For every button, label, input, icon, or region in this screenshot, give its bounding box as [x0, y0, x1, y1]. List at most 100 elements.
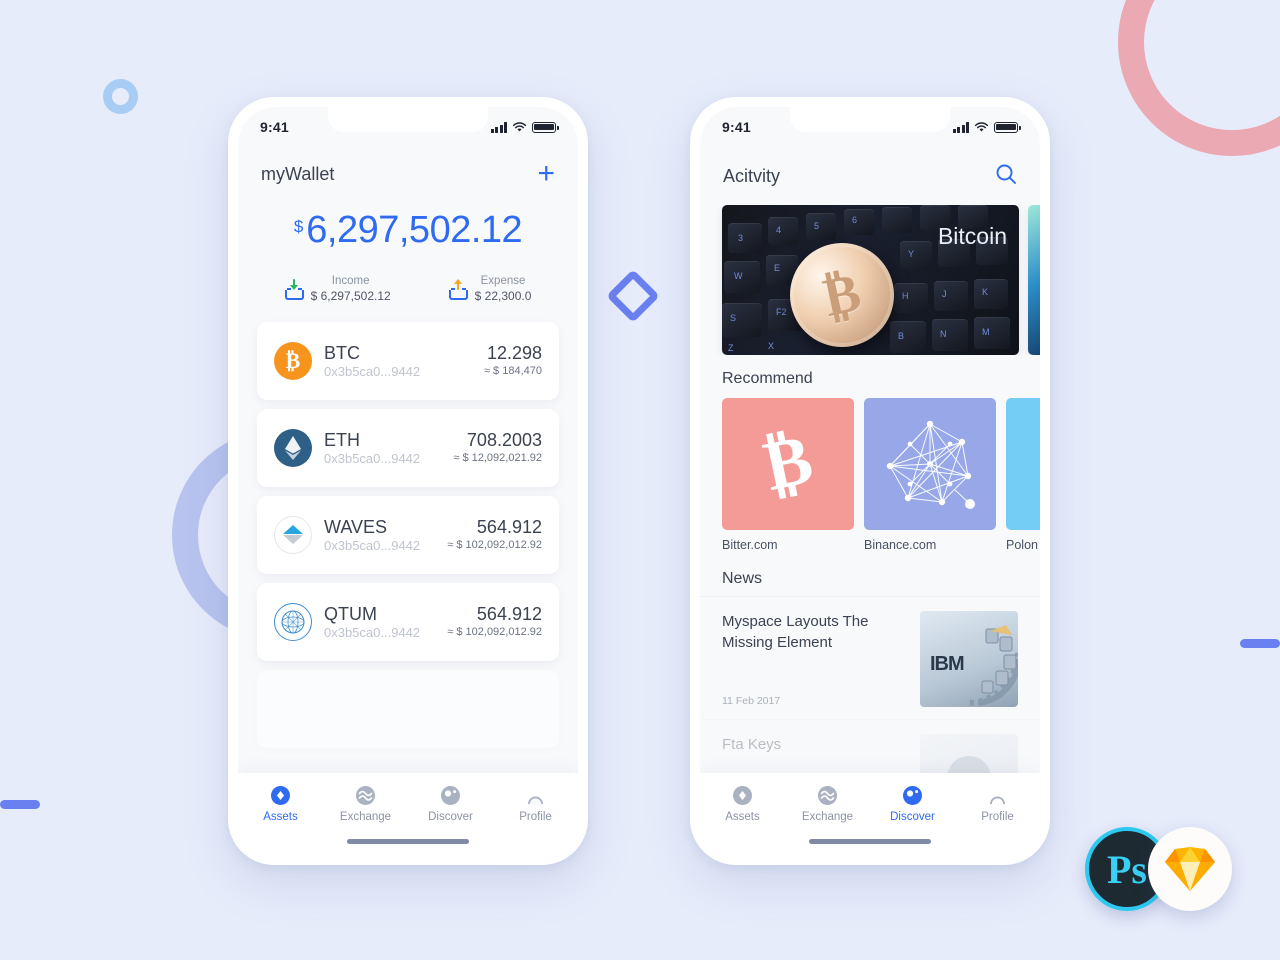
expense-value: $ 22,300.0 — [474, 289, 532, 303]
partial-glyph-tile[interactable] — [1006, 398, 1040, 530]
sketch-badge — [1148, 827, 1232, 911]
status-clock: 9:41 — [722, 119, 751, 135]
income-summary: Income $ 6,297,502.12 — [284, 274, 391, 304]
news-title: News — [722, 570, 763, 587]
tab-label: Exchange — [801, 811, 854, 823]
search-icon[interactable] — [995, 163, 1017, 190]
asset-fiat: ≈ $ 12,092,021.92 — [453, 452, 542, 464]
ethereum-icon — [274, 429, 312, 467]
banner-secondary[interactable] — [1028, 205, 1040, 355]
tab-label: Profile — [981, 811, 1014, 823]
asset-list: ₿ BTC 0x3b5ca0...9442 12.298 ≈ $ 184,470 — [238, 322, 578, 748]
recommend-row[interactable]: ₿ Bitter.com Binance.com Polon — [700, 388, 1040, 552]
wifi-icon — [974, 121, 989, 131]
phone-mockup-activity: 9:41 Acitvity 3 4 5 6 W E Y S F2 H J K B… — [690, 97, 1050, 865]
bitcoin-icon: ₿ — [274, 342, 312, 380]
recommend-label: Binance.com — [864, 538, 937, 552]
home-indicator[interactable] — [347, 839, 469, 844]
asset-amount: 564.912 — [476, 517, 542, 537]
asset-amount: 564.912 — [476, 604, 542, 624]
list-item[interactable]: Binance.com — [864, 398, 996, 552]
photoshop-label: Ps — [1107, 846, 1147, 892]
tab-label: Discover — [428, 811, 473, 823]
tab-exchange[interactable]: Exchange — [323, 785, 408, 823]
network-glyph-tile[interactable] — [864, 398, 996, 530]
page-title: myWallet — [261, 163, 335, 184]
asset-symbol: BTC — [324, 342, 360, 363]
income-label: Income — [331, 275, 370, 287]
news-headline: Myspace Layouts The Missing Element — [722, 613, 869, 651]
battery-icon — [532, 121, 559, 133]
expense-icon — [448, 278, 468, 300]
asset-address: 0x3b5ca0...9442 — [324, 450, 421, 466]
balance-currency: $ — [293, 217, 304, 236]
screen-activity: 9:41 Acitvity 3 4 5 6 W E Y S F2 H J K B… — [700, 107, 1040, 855]
balance-amount-group: $ 6,297,502.12 — [282, 207, 534, 261]
phone-mockup-wallet: 9:41 myWallet + $ 6,297,502.12 Income $ … — [228, 97, 588, 865]
ring-blue-small-decoration — [103, 79, 138, 114]
table-row[interactable]: ETH 0x3b5ca0...9442 708.2003 ≈ $ 12,092,… — [257, 409, 559, 487]
bottom-navigation: Assets Exchange Discover Profile — [238, 773, 578, 855]
tab-label: Discover — [890, 811, 935, 823]
table-row[interactable]: WAVES 0x3b5ca0...9442 564.912 ≈ $ 102,09… — [257, 496, 559, 574]
bitcoin-glyph-tile[interactable]: ₿ — [722, 398, 854, 530]
tab-profile[interactable]: Profile — [493, 785, 578, 823]
tab-discover[interactable]: Discover — [408, 785, 493, 823]
news-date: 11 Feb 2017 — [722, 695, 781, 707]
list-item[interactable]: Myspace Layouts The Missing Element 11 F… — [700, 596, 1040, 719]
income-icon — [284, 278, 304, 300]
exchange-icon — [817, 785, 838, 806]
asset-address: 0x3b5ca0...9442 — [324, 624, 421, 640]
tab-assets[interactable]: Assets — [238, 785, 323, 823]
exchange-icon — [355, 785, 376, 806]
assets-icon — [732, 785, 753, 806]
news-headline: Fta Keys — [722, 736, 782, 753]
table-row-partial[interactable] — [257, 670, 559, 748]
table-row[interactable]: ₿ BTC 0x3b5ca0...9442 12.298 ≈ $ 184,470 — [257, 322, 559, 400]
add-wallet-button[interactable]: + — [537, 159, 555, 189]
screen-wallet: 9:41 myWallet + $ 6,297,502.12 Income $ … — [238, 107, 578, 855]
teal-background — [1028, 205, 1040, 355]
asset-fiat: ≈ $ 102,092,012.92 — [447, 626, 542, 638]
asset-address: 0x3b5ca0...9442 — [324, 537, 421, 553]
asset-address: 0x3b5ca0...9442 — [324, 363, 421, 379]
bar-right-decoration — [1240, 639, 1280, 648]
page-title: Acitvity — [723, 166, 781, 186]
expense-label: Expense — [480, 275, 526, 287]
tab-profile[interactable]: Profile — [955, 785, 1040, 823]
battery-icon — [994, 121, 1021, 133]
home-indicator[interactable] — [809, 839, 931, 844]
sketch-icon — [1165, 847, 1215, 891]
recommend-title: Recommend — [722, 370, 813, 387]
tab-label: Assets — [263, 811, 298, 823]
balance-amount: 6,297,502.12 — [306, 209, 523, 251]
assets-icon — [270, 785, 291, 806]
table-row[interactable]: QTUM 0x3b5ca0...9442 564.912 ≈ $ 102,092… — [257, 583, 559, 661]
tab-label: Exchange — [339, 811, 392, 823]
profile-icon — [987, 785, 1008, 810]
status-bar: 9:41 — [238, 107, 578, 147]
recommend-label: Polon — [1006, 538, 1038, 552]
signal-icon — [490, 121, 507, 133]
banner-carousel[interactable]: 3 4 5 6 W E Y S F2 H J K B N M Z X ₿ Bit… — [700, 205, 1040, 355]
tab-assets[interactable]: Assets — [700, 785, 785, 823]
bar-left-decoration — [0, 800, 40, 809]
list-item[interactable]: ₿ Bitter.com — [722, 398, 854, 552]
profile-icon — [525, 785, 546, 810]
income-value: $ 6,297,502.12 — [310, 289, 391, 303]
waves-icon — [274, 516, 312, 554]
list-item[interactable]: Polon — [1006, 398, 1040, 552]
asset-amount: 708.2003 — [466, 430, 542, 450]
asset-symbol: QTUM — [324, 603, 377, 624]
tab-label: Profile — [519, 811, 552, 823]
signal-icon — [952, 121, 969, 133]
banner-bitcoin[interactable]: 3 4 5 6 W E Y S F2 H J K B N M Z X ₿ Bit… — [722, 205, 1019, 355]
balance-section: $ 6,297,502.12 Income $ 6,297,502.12 Exp… — [238, 207, 578, 304]
tab-exchange[interactable]: Exchange — [785, 785, 870, 823]
status-clock: 9:41 — [260, 119, 289, 135]
news-thumbnail: IBM — [920, 611, 1018, 707]
asset-symbol: ETH — [324, 429, 360, 450]
tab-discover[interactable]: Discover — [870, 785, 955, 823]
discover-icon — [440, 785, 461, 806]
ibm-logo: IBM — [930, 653, 965, 675]
